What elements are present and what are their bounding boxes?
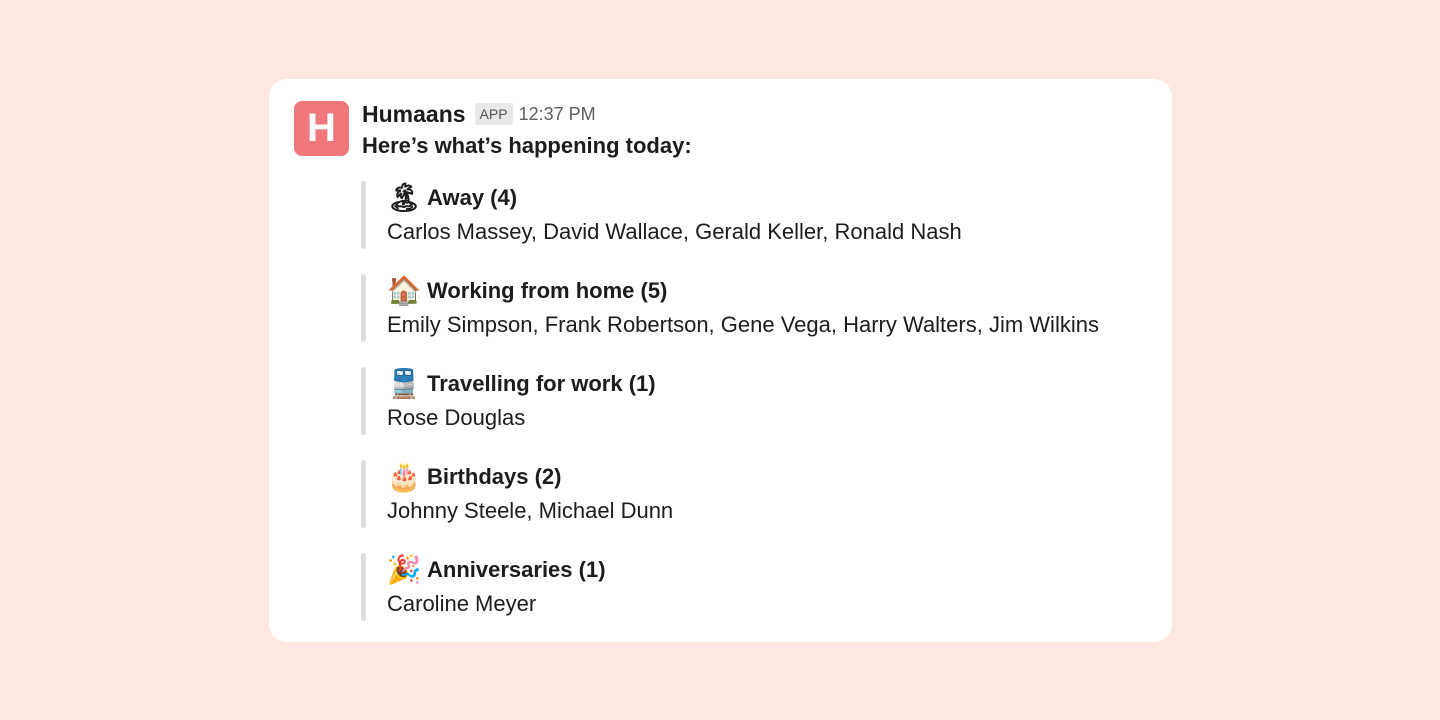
section-travelling: 🚆 Travelling for work (1) Rose Douglas: [361, 367, 1099, 435]
section-title: 🏝 Away (4): [386, 181, 1099, 215]
section-title: 🚆 Travelling for work (1): [387, 367, 1099, 401]
section-title: 🎂 Birthdays (2): [387, 460, 1099, 494]
message-intro: Here’s what’s happening today:: [362, 133, 692, 158]
sender-name[interactable]: Humaans: [362, 101, 466, 128]
message-timestamp[interactable]: 12:37 PM: [519, 104, 596, 125]
section-anniversaries: 🎉 Anniversaries (1) Caroline Meyer: [361, 553, 1099, 621]
app-badge: APP: [474, 103, 513, 125]
section-title-text: Away (4): [427, 185, 518, 210]
section-names: Carlos Massey, David Wallace, Gerald Kel…: [387, 219, 962, 244]
cake-icon: 🎂: [386, 460, 422, 493]
message-card: H Humaans APP 12:37 PM Here’s what’s hap…: [269, 79, 1172, 642]
section-names: Caroline Meyer: [387, 591, 537, 616]
section-away: 🏝 Away (4) Carlos Massey, David Wallace,…: [361, 181, 1099, 249]
party-popper-icon: 🎉: [386, 553, 422, 586]
section-title-text: Anniversaries (1): [427, 557, 606, 582]
status-sections: 🏝 Away (4) Carlos Massey, David Wallace,…: [361, 181, 1099, 646]
section-title-text: Working from home (5): [427, 278, 668, 303]
section-names: Johnny Steele, Michael Dunn: [387, 498, 674, 523]
section-title-text: Travelling for work (1): [427, 371, 656, 396]
section-title: 🏠 Working from home (5): [387, 274, 1099, 308]
house-icon: 🏠: [386, 274, 422, 307]
section-title-text: Birthdays (2): [427, 464, 562, 489]
app-avatar[interactable]: H: [294, 101, 349, 156]
section-birthdays: 🎂 Birthdays (2) Johnny Steele, Michael D…: [361, 460, 1099, 528]
section-working-from-home: 🏠 Working from home (5) Emily Simpson, F…: [361, 274, 1099, 342]
section-title: 🎉 Anniversaries (1): [387, 553, 1099, 587]
message-header: Humaans APP 12:37 PM: [362, 99, 596, 129]
train-icon: 🚆: [386, 367, 422, 400]
section-names: Emily Simpson, Frank Robertson, Gene Veg…: [387, 312, 1099, 337]
section-names: Rose Douglas: [387, 405, 526, 430]
island-icon: 🏝: [386, 181, 422, 214]
